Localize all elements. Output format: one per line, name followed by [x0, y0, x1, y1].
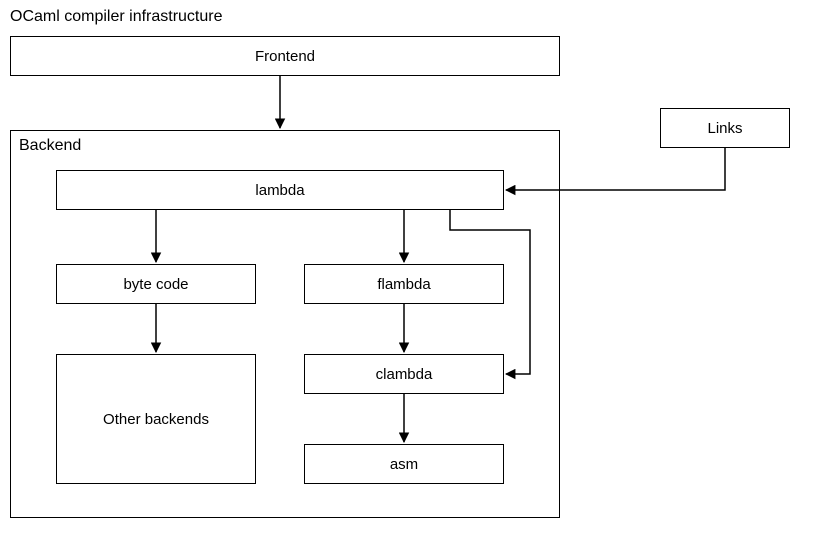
node-links: Links	[660, 108, 790, 148]
node-lambda: lambda	[56, 170, 504, 210]
node-bytecode: byte code	[56, 264, 256, 304]
node-clambda-label: clambda	[376, 366, 433, 383]
node-asm-label: asm	[390, 456, 418, 473]
node-frontend-label: Frontend	[255, 48, 315, 65]
node-other-backends-label: Other backends	[103, 411, 209, 428]
node-flambda-label: flambda	[377, 276, 430, 293]
cluster-backend-label: Backend	[19, 137, 81, 155]
page-title: OCaml compiler infrastructure	[10, 8, 223, 26]
node-flambda: flambda	[304, 264, 504, 304]
node-lambda-label: lambda	[255, 182, 304, 199]
node-clambda: clambda	[304, 354, 504, 394]
node-bytecode-label: byte code	[123, 276, 188, 293]
node-asm: asm	[304, 444, 504, 484]
node-links-label: Links	[707, 120, 742, 137]
node-other-backends: Other backends	[56, 354, 256, 484]
node-frontend: Frontend	[10, 36, 560, 76]
